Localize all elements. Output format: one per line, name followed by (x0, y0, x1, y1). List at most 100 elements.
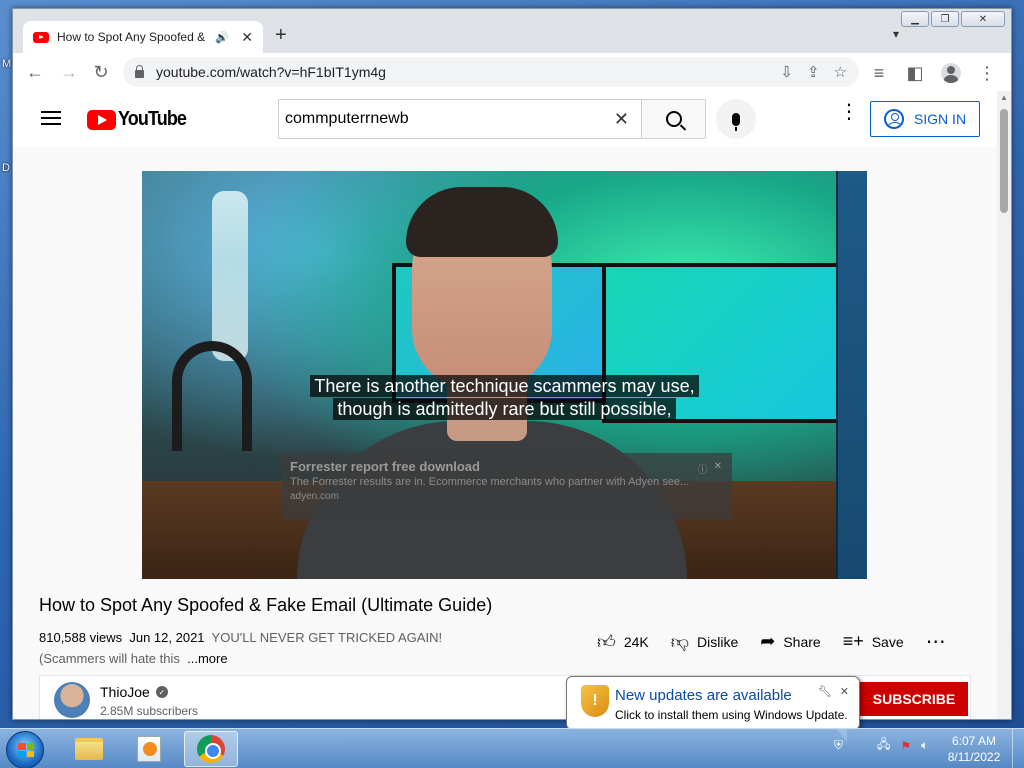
windows-update-tray-icon[interactable]: ⛨ (834, 738, 843, 753)
side-panel-icon[interactable]: ◧ (899, 57, 931, 89)
like-count: 24K (623, 633, 649, 650)
clear-search-icon[interactable]: ✕ (608, 109, 635, 130)
notification-close-icon[interactable]: ✕ (840, 685, 849, 698)
windows-logo-icon (18, 743, 34, 757)
system-tray: ⛨ 🖧︎ ⚑ 🔈︎ (834, 735, 928, 756)
channel-name-text: ThioJoe (100, 684, 150, 700)
forward-arrow-icon[interactable]: → (53, 56, 85, 88)
profile-button[interactable] (935, 57, 967, 89)
ad-overlay[interactable]: Forrester report free download The Forre… (282, 453, 732, 519)
more-actions-icon[interactable]: ⋯ (926, 629, 947, 654)
taskbar-explorer[interactable] (62, 731, 116, 767)
bookmark-star-icon[interactable]: ☆ (834, 63, 847, 81)
media-control-icon[interactable]: ≡ (863, 57, 895, 89)
lock-icon[interactable] (135, 64, 144, 78)
video-player[interactable]: There is another technique scammers may … (142, 171, 867, 579)
search-input[interactable] (285, 110, 608, 128)
profile-avatar-icon (941, 63, 961, 83)
channel-avatar[interactable] (54, 682, 90, 718)
clock[interactable]: 6:07 AM 8/11/2022 (944, 733, 1004, 765)
ad-title[interactable]: Forrester report free download (290, 459, 724, 474)
scroll-up-arrow-icon[interactable]: ▲ (1000, 93, 1008, 102)
volume-icon[interactable]: 🔈︎ (921, 738, 928, 753)
subscribe-button[interactable]: SUBSCRIBE (860, 682, 968, 716)
taskbar-chrome[interactable] (184, 731, 238, 767)
share-arrow-icon: ➦ (760, 631, 776, 651)
video-frame-person (406, 187, 558, 257)
caption-text: There is another technique scammers may … (310, 375, 699, 397)
browser-tab[interactable]: How to Spot Any Spoofed & Fake Email (Ul… (23, 21, 263, 53)
microphone-icon (732, 112, 740, 131)
minimize-button[interactable]: ▁ (901, 11, 929, 27)
youtube-header: YouTube ✕ ⋮ SIGN IN (13, 91, 999, 147)
ad-info-icon[interactable]: ⓘ (698, 461, 708, 476)
scrollbar-thumb[interactable] (1000, 109, 1008, 213)
address-bar[interactable]: youtube.com/watch?v=hF1bIT1ym4g ⇩ ⇪ ☆ (123, 57, 859, 87)
search-icon (665, 111, 682, 127)
browser-menu-icon[interactable]: ⋮ (971, 57, 1003, 89)
sign-in-label: SIGN IN (913, 111, 967, 127)
windows-update-notification[interactable]: ! New updates are available Click to ins… (566, 676, 860, 743)
youtube-logo-icon (87, 109, 116, 130)
hamburger-menu-icon[interactable] (41, 111, 61, 125)
clock-date: 8/11/2022 (947, 750, 1001, 764)
video-frame-lamp (212, 191, 248, 361)
dislike-button[interactable]: 👎︎ Dislike (671, 631, 739, 653)
ad-close-icon[interactable]: ✕ (714, 461, 722, 476)
channel-name[interactable]: ThioJoe ✓ (100, 684, 168, 700)
youtube-logo-text: YouTube (118, 108, 187, 130)
save-button[interactable]: ≡+ Save (843, 631, 904, 652)
restore-button[interactable]: ❐ (931, 11, 959, 27)
video-actions: 👍︎ 24K 👎︎ Dislike ➦ Share ≡+ Save ⋯ (597, 629, 947, 654)
voice-search-button[interactable] (716, 99, 756, 139)
sign-in-button[interactable]: SIGN IN (870, 101, 980, 137)
notification-options-icon[interactable]: 🔧︎ (818, 685, 832, 698)
ad-url: adyen.com (290, 491, 339, 502)
search-box: ✕ (278, 99, 642, 139)
dislike-label: Dislike (697, 633, 739, 650)
upload-date: Jun 12, 2021 (129, 630, 205, 645)
subscriber-count: 2.85M subscribers (100, 704, 199, 718)
reload-icon[interactable]: ↻ (85, 56, 117, 88)
save-label: Save (871, 633, 904, 650)
show-more-link[interactable]: ...more (187, 651, 227, 666)
desktop-icon-label[interactable]: M (2, 58, 11, 70)
taskbar-media-player[interactable] (122, 731, 176, 767)
video-description[interactable]: 810,588 views Jun 12, 2021 YOU'LL NEVER … (39, 627, 509, 669)
chrome-window: How to Spot Any Spoofed & Fake Email (Ul… (12, 8, 1012, 720)
folder-icon (75, 738, 103, 760)
network-icon[interactable]: 🖧︎ (877, 735, 890, 756)
url-text[interactable]: youtube.com/watch?v=hF1bIT1ym4g (156, 64, 386, 80)
tab-title: How to Spot Any Spoofed & Fake Email (Ul… (57, 30, 207, 44)
share-icon[interactable]: ⇪ (807, 63, 820, 81)
search-button[interactable] (642, 99, 706, 139)
thumbs-down-icon: 👎︎ (670, 631, 690, 652)
back-arrow-icon[interactable]: ← (19, 56, 51, 88)
window-controls: ▁ ❐ ✕ (901, 11, 1005, 27)
window-close-button[interactable]: ✕ (961, 11, 1005, 27)
tab-close-icon[interactable]: ✕ (241, 29, 253, 46)
speaker-icon[interactable]: 🔊 (215, 31, 229, 44)
show-desktop-button[interactable] (1012, 729, 1024, 768)
desktop-icon-label[interactable]: D (2, 162, 10, 174)
browser-toolbar: ← → ↻ youtube.com/watch?v=hF1bIT1ym4g ⇩ … (13, 53, 1011, 91)
settings-more-icon[interactable]: ⋮ (839, 102, 859, 122)
caption-line: though is admittedly rare but still poss… (142, 398, 867, 421)
tab-strip: How to Spot Any Spoofed & Fake Email (Ul… (13, 9, 1011, 53)
ad-description: The Forrester results are in. Ecommerce … (290, 476, 690, 488)
youtube-logo[interactable]: YouTube (87, 108, 194, 131)
share-button[interactable]: ➦ Share (760, 631, 820, 652)
install-app-icon[interactable]: ⇩ (780, 63, 793, 81)
notification-text: Click to install them using Windows Upda… (615, 708, 848, 722)
clock-time: 6:07 AM (951, 734, 997, 748)
media-player-icon (137, 736, 161, 762)
start-button[interactable] (6, 731, 44, 768)
action-center-flag-icon[interactable]: ⚑ (900, 739, 911, 753)
thumbs-up-icon: 👍︎ (597, 631, 616, 652)
video-title: How to Spot Any Spoofed & Fake Email (Ul… (39, 595, 493, 615)
windows-update-shield-icon: ! (581, 685, 609, 717)
like-button[interactable]: 👍︎ 24K (597, 631, 649, 653)
new-tab-button[interactable]: + (275, 25, 287, 45)
page-scrollbar[interactable]: ▲ (997, 91, 1011, 719)
tab-search-chevron-icon[interactable]: ▾ (893, 27, 899, 41)
